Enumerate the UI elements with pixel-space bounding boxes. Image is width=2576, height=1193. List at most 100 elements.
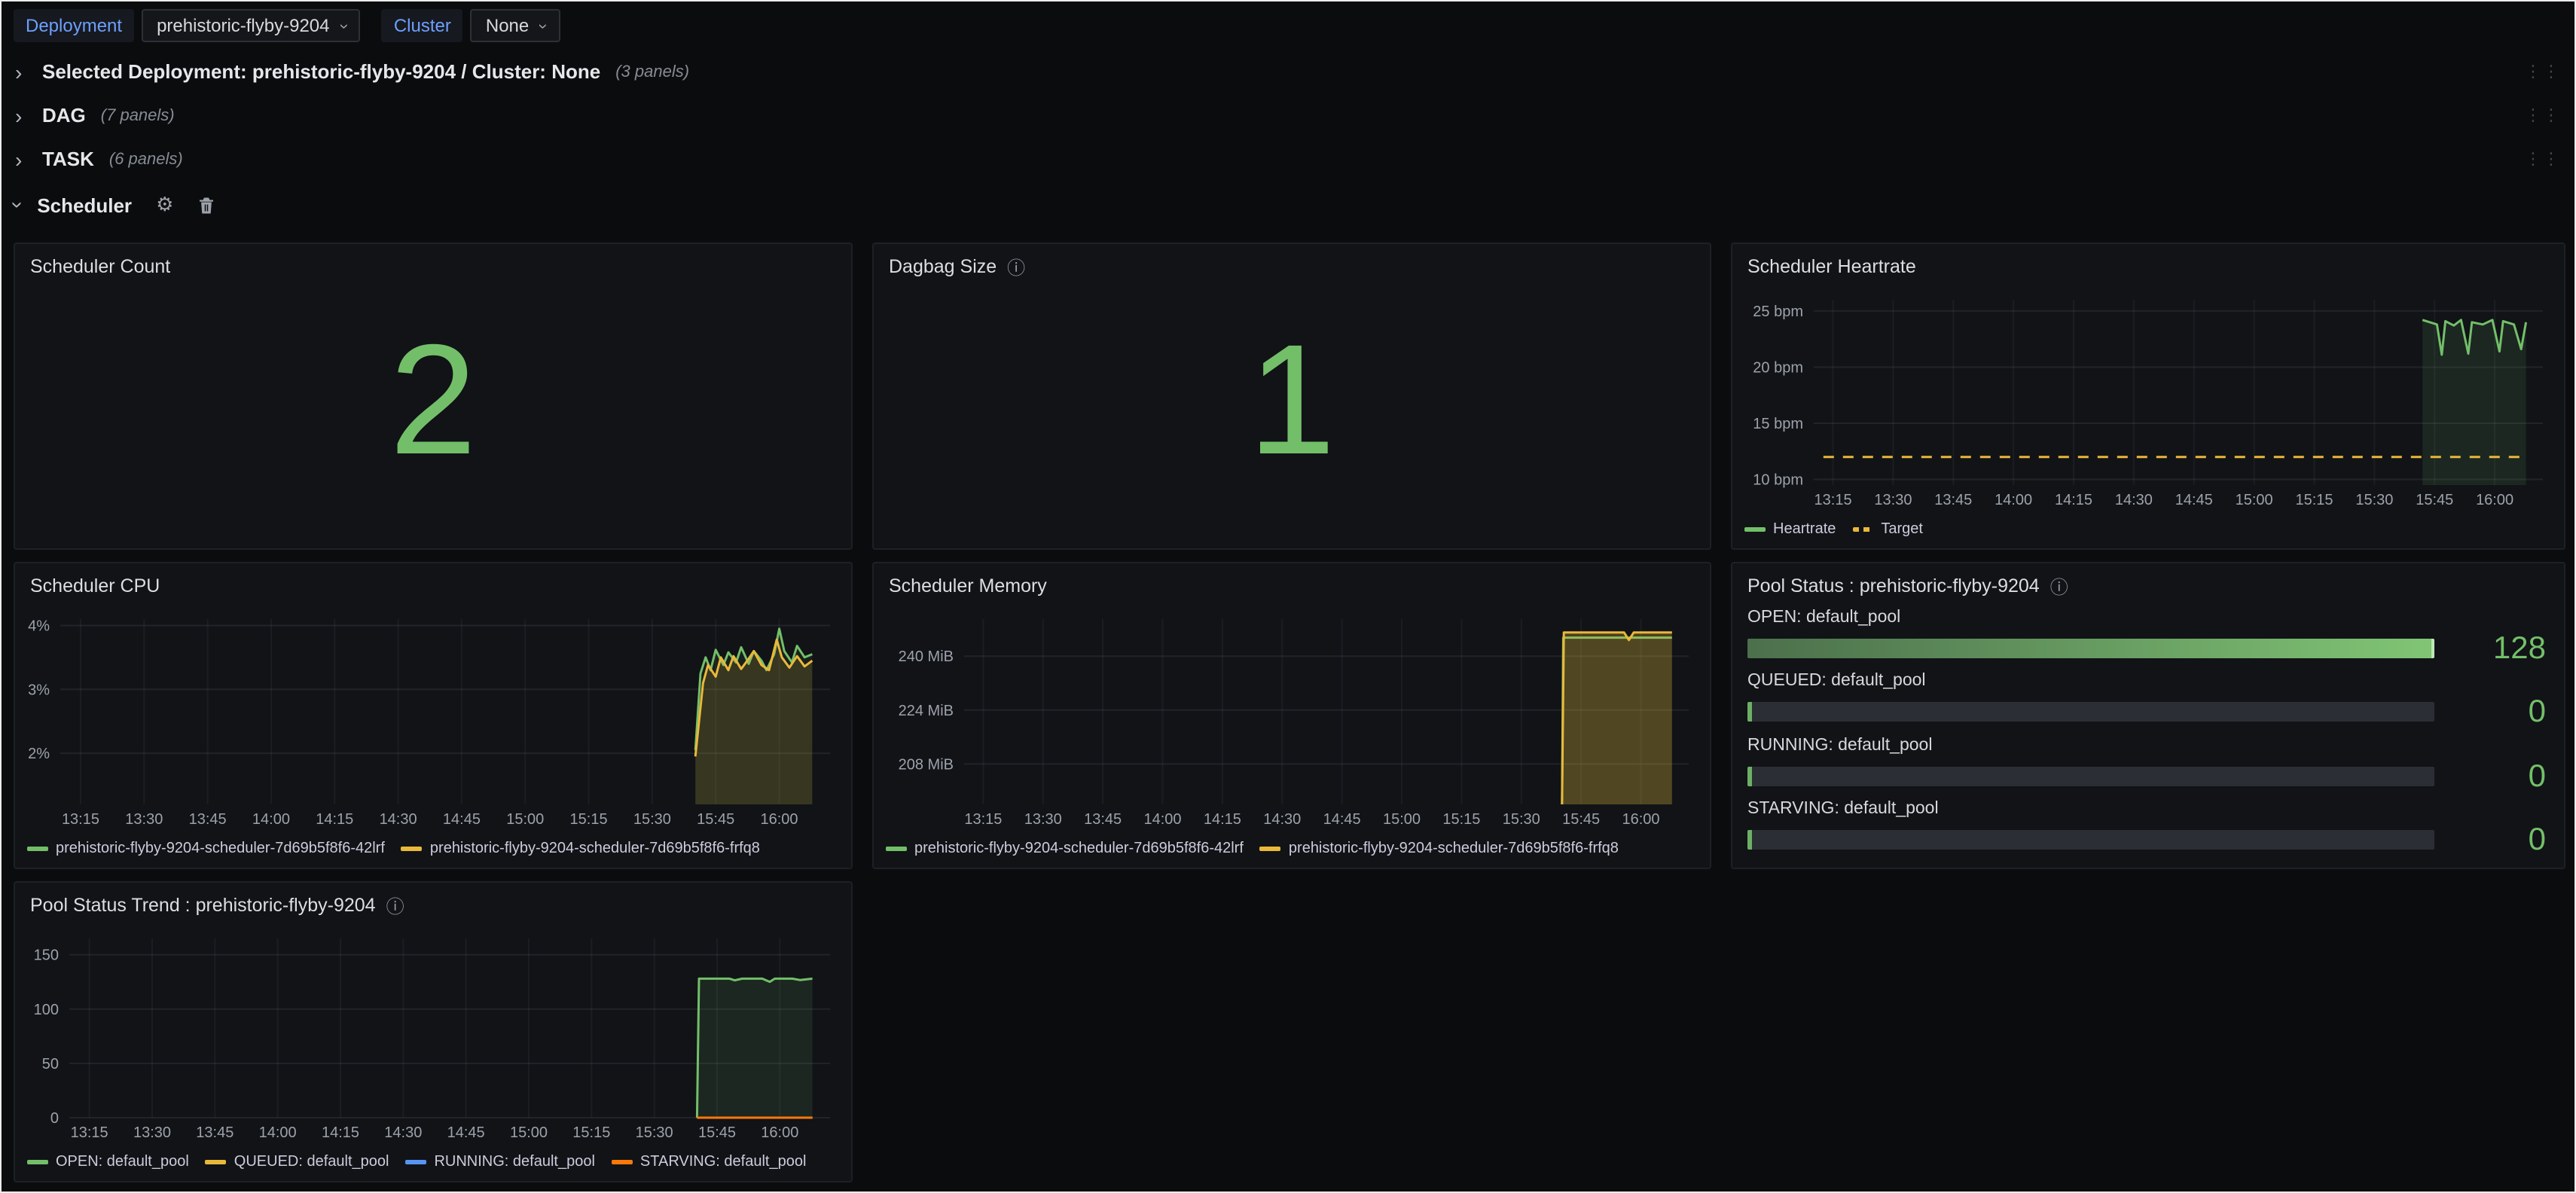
- cpu-chart[interactable]: 13:1513:3013:4514:0014:1514:3014:4515:00…: [24, 609, 842, 828]
- panel-scheduler-cpu: Scheduler CPU 13:1513:3013:4514:0014:151…: [14, 562, 853, 869]
- caret-down-icon: ›: [334, 23, 351, 28]
- pool-trend-chart[interactable]: 13:1513:3013:4514:0014:1514:3014:4515:00…: [24, 928, 842, 1142]
- gauge-track: [1747, 639, 2434, 658]
- gear-icon[interactable]: ⚙: [156, 194, 173, 216]
- deployment-variable-select[interactable]: prehistoric-flyby-9204 ›: [142, 9, 361, 42]
- panel-title-text: Pool Status : prehistoric-flyby-9204: [1747, 575, 2040, 596]
- trash-icon[interactable]: [197, 195, 215, 215]
- svg-text:14:45: 14:45: [447, 1124, 485, 1141]
- cluster-variable-select[interactable]: None ›: [471, 9, 560, 42]
- panel-title-pool-status[interactable]: Pool Status : prehistoric-flyby-9204 ⓘ: [1732, 563, 2564, 603]
- deployment-variable: Deployment prehistoric-flyby-9204 ›: [14, 9, 361, 42]
- panel-title-text: Dagbag Size: [889, 256, 997, 277]
- legend-color-marker: [405, 1159, 426, 1164]
- svg-text:13:15: 13:15: [62, 811, 99, 828]
- drag-handle-icon[interactable]: ⋮⋮: [2525, 62, 2561, 81]
- svg-text:13:15: 13:15: [71, 1124, 108, 1141]
- legend-item[interactable]: prehistoric-flyby-9204-scheduler-7d69b5f…: [27, 840, 385, 856]
- svg-text:15:30: 15:30: [633, 811, 671, 828]
- gauge-running: RUNNING: default_pool 0: [1747, 736, 2546, 792]
- panel-pool-status: Pool Status : prehistoric-flyby-9204 ⓘ O…: [1731, 562, 2565, 869]
- gauge-track: [1747, 830, 2434, 850]
- row-title: TASK: [42, 148, 94, 170]
- deployment-variable-value: prehistoric-flyby-9204: [157, 15, 329, 36]
- gauge-starving: STARVING: default_pool 0: [1747, 800, 2546, 856]
- svg-text:15:30: 15:30: [1503, 811, 1540, 828]
- cluster-variable: Cluster None ›: [382, 9, 560, 42]
- gauge-label: OPEN: default_pool: [1747, 609, 2546, 627]
- row-panel-count: (6 panels): [109, 150, 183, 168]
- panel-pool-status-trend: Pool Status Trend : prehistoric-flyby-92…: [14, 881, 853, 1182]
- svg-text:14:15: 14:15: [2055, 492, 2092, 508]
- row-task[interactable]: › TASK (6 panels) ⋮⋮: [2, 137, 2574, 181]
- svg-text:13:15: 13:15: [1814, 492, 1852, 508]
- gauge-fill: [1747, 830, 1752, 850]
- legend-item[interactable]: prehistoric-flyby-9204-scheduler-7d69b5f…: [1260, 840, 1619, 856]
- legend-item[interactable]: Heartrate: [1744, 520, 1836, 537]
- svg-text:14:00: 14:00: [1143, 811, 1181, 828]
- gauge-track: [1747, 766, 2434, 786]
- legend-color-marker: [206, 1159, 227, 1164]
- row-selected-deployment[interactable]: › Selected Deployment: prehistoric-flyby…: [2, 50, 2574, 93]
- legend-item[interactable]: Target: [1852, 520, 1923, 537]
- panel-title-cpu[interactable]: Scheduler CPU: [15, 563, 851, 603]
- gauge-fill: [1747, 639, 2434, 658]
- svg-text:15:00: 15:00: [1383, 811, 1421, 828]
- legend-item[interactable]: OPEN: default_pool: [27, 1153, 189, 1170]
- svg-text:16:00: 16:00: [761, 1124, 798, 1141]
- panel-title-pool-trend[interactable]: Pool Status Trend : prehistoric-flyby-92…: [15, 883, 851, 922]
- svg-text:15:15: 15:15: [1442, 811, 1480, 828]
- legend-item[interactable]: STARVING: default_pool: [612, 1153, 807, 1170]
- heartrate-chart[interactable]: 13:1513:3013:4514:0014:1514:3014:4515:00…: [1741, 289, 2555, 509]
- legend-item[interactable]: RUNNING: default_pool: [405, 1153, 594, 1170]
- legend-color-marker: [1744, 526, 1766, 531]
- svg-text:15:00: 15:00: [506, 811, 544, 828]
- memory-chart[interactable]: 13:1513:3013:4514:0014:1514:3014:4515:00…: [883, 609, 1701, 828]
- gauge-value: 128: [2455, 633, 2546, 664]
- memory-legend: prehistoric-flyby-9204-scheduler-7d69b5f…: [886, 836, 1704, 860]
- legend-color-marker: [27, 1159, 48, 1164]
- cluster-variable-label: Cluster: [382, 9, 463, 42]
- row-scheduler[interactable]: › Scheduler ⚙: [2, 181, 2574, 229]
- row-dag[interactable]: › DAG (7 panels) ⋮⋮: [2, 93, 2574, 137]
- panel-title-heartrate[interactable]: Scheduler Heartrate: [1732, 244, 2564, 283]
- panel-title-text: Scheduler Count: [30, 256, 170, 277]
- svg-text:16:00: 16:00: [761, 811, 798, 828]
- chevron-right-icon: ›: [15, 61, 33, 82]
- variables-bar: Deployment prehistoric-flyby-9204 › Clus…: [2, 2, 2574, 50]
- pool-trend-legend: OPEN: default_pool QUEUED: default_pool RU…: [27, 1149, 845, 1173]
- panel-title-memory[interactable]: Scheduler Memory: [874, 563, 1710, 603]
- svg-text:15:00: 15:00: [2236, 492, 2273, 508]
- info-icon[interactable]: ⓘ: [2050, 573, 2068, 599]
- legend-color-marker: [886, 846, 907, 850]
- svg-text:20 bpm: 20 bpm: [1753, 359, 1803, 376]
- panel-title-text: Scheduler Heartrate: [1747, 256, 1916, 277]
- gauge-track: [1747, 703, 2434, 722]
- legend-item[interactable]: prehistoric-flyby-9204-scheduler-7d69b5f…: [886, 840, 1244, 856]
- svg-text:100: 100: [34, 1002, 59, 1018]
- svg-text:4%: 4%: [28, 618, 50, 634]
- svg-text:13:45: 13:45: [1084, 811, 1122, 828]
- legend-color-marker: [1260, 846, 1281, 850]
- svg-text:14:15: 14:15: [322, 1124, 359, 1141]
- legend-item[interactable]: prehistoric-flyby-9204-scheduler-7d69b5f…: [401, 840, 760, 856]
- svg-text:10 bpm: 10 bpm: [1753, 472, 1803, 489]
- legend-color-marker: [1852, 526, 1873, 531]
- row-title: DAG: [42, 104, 86, 127]
- gauge-value: 0: [2455, 697, 2546, 728]
- drag-handle-icon[interactable]: ⋮⋮: [2525, 105, 2561, 125]
- svg-text:13:30: 13:30: [125, 811, 163, 828]
- svg-text:224 MiB: 224 MiB: [899, 703, 954, 719]
- drag-handle-icon[interactable]: ⋮⋮: [2525, 149, 2561, 169]
- gauge-label: STARVING: default_pool: [1747, 800, 2546, 818]
- info-icon[interactable]: ⓘ: [1007, 254, 1025, 279]
- svg-text:15:15: 15:15: [2295, 492, 2333, 508]
- svg-text:14:00: 14:00: [1995, 492, 2032, 508]
- legend-item[interactable]: QUEUED: default_pool: [206, 1153, 389, 1170]
- info-icon[interactable]: ⓘ: [386, 892, 404, 918]
- svg-text:13:15: 13:15: [964, 811, 1002, 828]
- row-panel-count: (3 panels): [615, 63, 689, 81]
- svg-text:16:00: 16:00: [1622, 811, 1659, 828]
- cpu-legend: prehistoric-flyby-9204-scheduler-7d69b5f…: [27, 836, 845, 860]
- chevron-right-icon: ›: [15, 105, 33, 126]
